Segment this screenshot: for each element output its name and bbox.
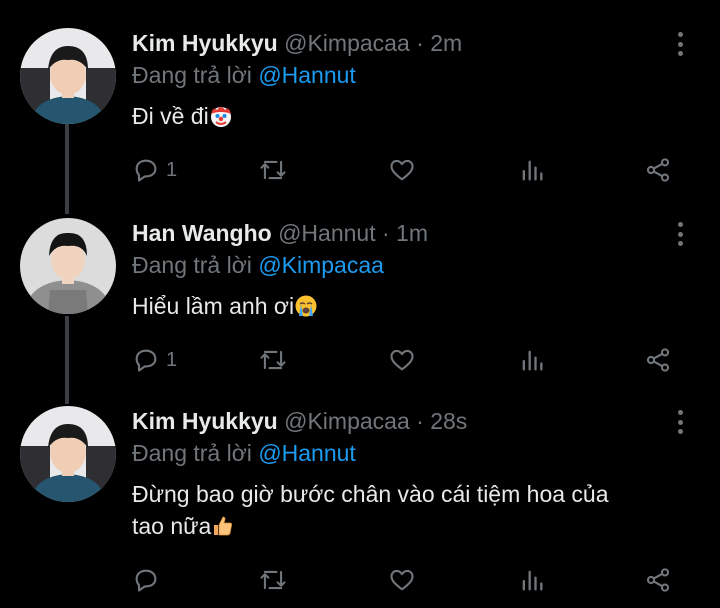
replying-to: Đang trả lời @Kimpacaa <box>132 252 384 279</box>
analytics-button[interactable] <box>518 344 546 376</box>
avatar[interactable] <box>20 406 116 502</box>
retweet-icon <box>260 160 286 180</box>
more-options-icon[interactable] <box>672 410 688 434</box>
like-button[interactable] <box>388 564 416 596</box>
share-icon <box>646 348 670 372</box>
like-button[interactable] <box>388 154 416 186</box>
replying-to-label: Đang trả lời <box>132 440 252 466</box>
analytics-icon <box>522 350 543 371</box>
user-handle[interactable]: @Hannut <box>278 220 376 246</box>
tweet-text: Đừng bao giờ bước chân vào cái tiệm hoa … <box>132 478 692 546</box>
retweet-icon <box>260 350 286 370</box>
mention-link[interactable]: @Kimpacaa <box>258 252 384 278</box>
analytics-icon <box>522 570 543 591</box>
display-name[interactable]: Han Wangho <box>132 220 272 246</box>
tweet-text-content: Hiểu lầm anh ơi <box>132 293 295 319</box>
user-handle[interactable]: @Kimpacaa <box>284 30 410 56</box>
replying-to: Đang trả lời @Hannut <box>132 62 356 89</box>
share-icon <box>646 158 670 182</box>
retweet-button[interactable] <box>258 154 288 186</box>
reply-button[interactable]: 1 <box>132 344 177 376</box>
separator-dot: · <box>416 30 424 56</box>
share-button[interactable] <box>644 154 672 186</box>
conversation-thread: Kim Hyukkyu @Kimpacaa · 2m Đang trả lời … <box>0 0 720 608</box>
tweet[interactable]: Kim Hyukkyu @Kimpacaa · 28s Đang trả lời… <box>0 406 720 606</box>
tweet-text-content: Đi về đi <box>132 103 209 129</box>
share-button[interactable] <box>644 344 672 376</box>
tweet-header: Kim Hyukkyu @Kimpacaa · 28s <box>132 408 467 435</box>
reply-count: 1 <box>166 158 178 181</box>
loudly-crying-face-icon <box>294 294 318 326</box>
timestamp[interactable]: 28s <box>430 408 467 434</box>
tweet-actions: 1 <box>132 154 692 186</box>
tweet-header: Han Wangho @Hannut · 1m <box>132 220 428 247</box>
mention-link[interactable]: @Hannut <box>258 62 356 88</box>
tweet-text-line: Đừng bao giờ bước chân vào cái tiệm hoa … <box>132 481 609 507</box>
avatar[interactable] <box>20 28 116 124</box>
user-handle[interactable]: @Kimpacaa <box>284 408 410 434</box>
heart-icon <box>390 159 414 181</box>
avatar-image <box>20 406 116 502</box>
share-button[interactable] <box>644 564 672 596</box>
avatar-image <box>20 28 116 124</box>
retweet-button[interactable] <box>258 564 288 596</box>
tweet[interactable]: Han Wangho @Hannut · 1m Đang trả lời @Ki… <box>0 218 720 388</box>
retweet-button[interactable] <box>258 344 288 376</box>
analytics-button[interactable] <box>518 154 546 186</box>
separator-dot: · <box>381 220 390 246</box>
replying-to-label: Đang trả lời <box>132 62 252 88</box>
more-options-icon[interactable] <box>672 222 688 246</box>
reply-icon <box>135 349 157 372</box>
avatar[interactable] <box>20 218 116 314</box>
separator-dot: · <box>416 408 424 434</box>
share-icon <box>646 568 670 592</box>
timestamp[interactable]: 1m <box>396 220 428 246</box>
reply-button[interactable] <box>132 564 166 596</box>
like-button[interactable] <box>388 344 416 376</box>
tweet-text: Đi về đi <box>132 100 692 136</box>
analytics-icon <box>522 160 543 181</box>
tweet-actions: 1 <box>132 344 692 376</box>
tweet-header: Kim Hyukkyu @Kimpacaa · 2m <box>132 30 462 57</box>
retweet-icon <box>260 570 286 590</box>
analytics-button[interactable] <box>518 564 546 596</box>
tweet-text: Hiểu lầm anh ơi <box>132 290 692 326</box>
tweet-actions <box>132 564 692 596</box>
display-name[interactable]: Kim Hyukkyu <box>132 408 278 434</box>
clown-face-icon <box>209 104 233 136</box>
reply-button[interactable]: 1 <box>132 154 177 186</box>
reply-count: 1 <box>166 348 178 371</box>
more-options-icon[interactable] <box>672 32 688 56</box>
display-name[interactable]: Kim Hyukkyu <box>132 30 278 56</box>
reply-icon <box>135 569 157 592</box>
timestamp[interactable]: 2m <box>430 30 462 56</box>
tweet[interactable]: Kim Hyukkyu @Kimpacaa · 2m Đang trả lời … <box>0 28 720 198</box>
heart-icon <box>390 569 414 591</box>
heart-icon <box>390 349 414 371</box>
reply-icon <box>135 159 157 182</box>
avatar-image <box>20 218 116 314</box>
mention-link[interactable]: @Hannut <box>258 440 356 466</box>
replying-to-label: Đang trả lời <box>132 252 252 278</box>
tweet-text-line: tao nữa <box>132 513 212 539</box>
tweet-text-line-wrap: tao nữa <box>132 510 692 546</box>
thumbs-up-icon <box>211 514 235 546</box>
replying-to: Đang trả lời @Hannut <box>132 440 356 467</box>
